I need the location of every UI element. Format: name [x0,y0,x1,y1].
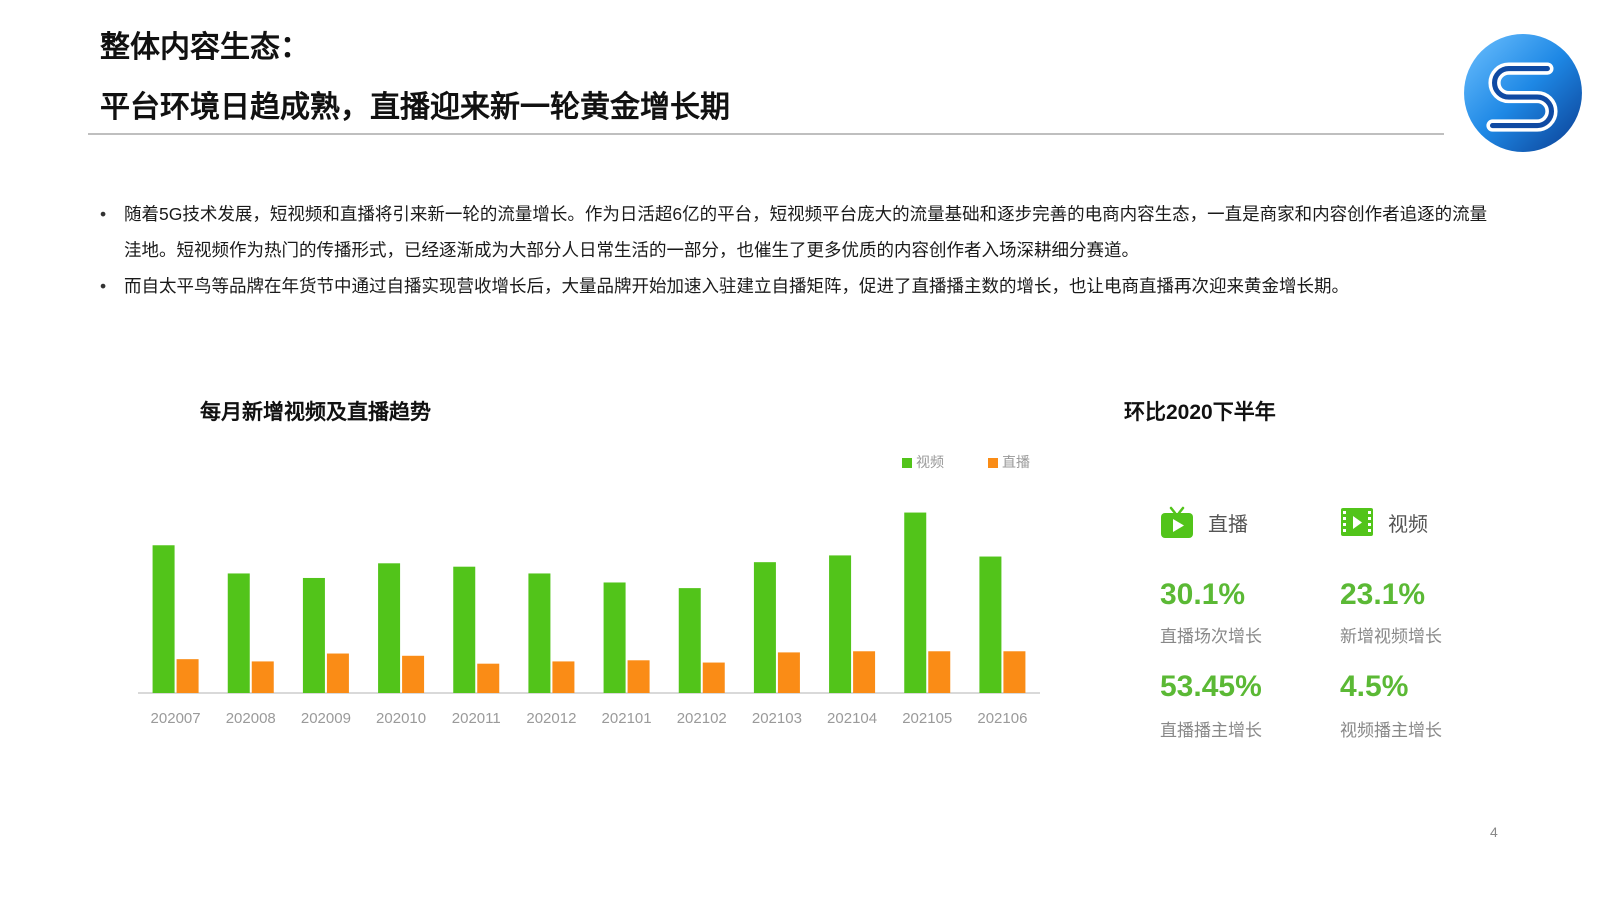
bar-video [378,563,401,693]
video-header-label: 视频 [1388,513,1428,536]
bar-video [979,556,1002,693]
bar-video [678,588,701,693]
x-tick-label: 202010 [376,710,426,727]
bar-chart: 202007 202008 202009 202010 202011 202012 2021… [138,454,1040,727]
chart-title: 每月新增视频及直播趋势 [200,401,431,424]
bar-video [152,545,175,693]
bar-live [326,653,349,693]
film-icon [1341,508,1373,536]
bar-video [528,573,551,693]
x-tick-label: 202007 [151,710,201,727]
bar-video [829,555,852,693]
title-divider [88,133,1444,135]
live-header-label: 直播 [1208,513,1248,536]
x-tick-label: 202101 [602,710,652,727]
stat-value: 30.1% [1160,578,1246,611]
bar-live [853,651,876,693]
bar-live [251,661,274,693]
x-tick-label: 202105 [902,710,952,727]
x-tick-label: 202009 [301,710,351,727]
stat-value: 23.1% [1340,578,1426,611]
stat-label: 视频播主增长 [1340,721,1442,740]
bar-live [477,663,500,693]
bullet-item: 而自太平鸟等品牌在年货节中通过自播实现营收增长后，大量品牌开始加速入驻建立自播矩… [100,268,1500,304]
bar-live [928,651,951,693]
video-header: 视频 [1340,505,1428,539]
bar-video [453,566,476,693]
bar-live [402,655,425,693]
bar-video [227,573,250,693]
bar-video [302,577,325,693]
bar-video [753,562,776,693]
stat-value: 53.45% [1160,670,1262,703]
x-tick-label: 202008 [226,710,276,727]
stat-value: 4.5% [1340,670,1409,703]
x-tick-label: 202104 [827,710,877,727]
x-tick-label: 202103 [752,710,802,727]
bar-live [777,652,800,693]
stat-label: 直播场次增长 [1160,627,1262,646]
page-number: 4 [1490,824,1498,840]
stat-label: 直播播主增长 [1160,721,1262,740]
x-tick-label: 202011 [452,710,501,727]
bar-video [904,512,927,693]
tv-play-icon [1161,506,1193,538]
side-panel-title: 环比2020下半年 [1124,401,1276,424]
page-title-line2: 平台环境日趋成熟，直播迎来新一轮黄金增长期 [100,91,730,124]
bullet-list: 随着5G技术发展，短视频和直播将引来新一轮的流量增长。作为日活超6亿的平台，短视… [100,196,1500,304]
stat-label: 新增视频增长 [1340,627,1442,646]
bar-live [702,662,725,693]
bar-video [603,582,626,693]
bar-live [552,661,575,693]
page-title-line1: 整体内容生态： [100,31,310,64]
bullet-item: 随着5G技术发展，短视频和直播将引来新一轮的流量增长。作为日活超6亿的平台，短视… [100,196,1500,268]
legend-label: 视频 [916,454,944,470]
live-header: 直播 [1160,505,1248,539]
legend-label: 直播 [1002,454,1030,470]
legend-swatch [988,458,998,468]
x-tick-label: 202102 [677,710,727,727]
bar-live [176,659,199,693]
brand-logo-icon [1464,34,1582,152]
legend-swatch [902,458,912,468]
x-tick-label: 202106 [977,710,1027,727]
bar-live [1003,651,1026,693]
x-tick-label: 202012 [526,710,576,727]
bar-live [627,660,650,693]
